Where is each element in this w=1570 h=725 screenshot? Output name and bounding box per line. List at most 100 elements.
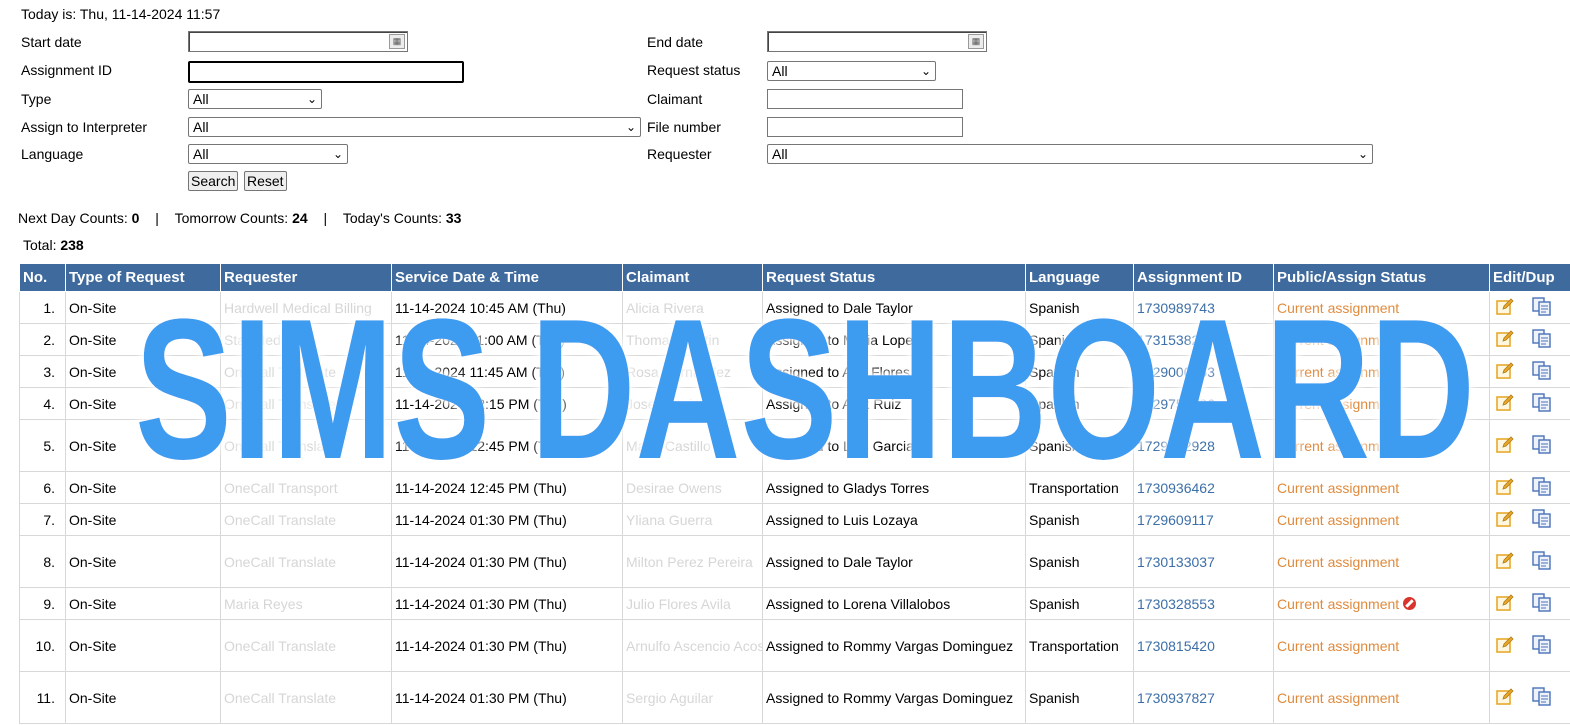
public-status-link[interactable]: Current assignment: [1273, 619, 1490, 672]
type-select[interactable]: All ⌄: [188, 89, 322, 109]
service-datetime: 11-14-2024 01:30 PM (Thu): [391, 671, 623, 724]
assignment-id-link[interactable]: 1730989743: [1133, 291, 1274, 324]
request-status: Assigned to Rommy Vargas Dominguez: [762, 619, 1026, 672]
calendar-icon[interactable]: ▦: [389, 34, 405, 49]
column-header[interactable]: Request Status: [762, 263, 1026, 292]
edit-icon[interactable]: [1495, 328, 1515, 351]
duplicate-icon[interactable]: [1531, 392, 1553, 415]
edit-dup-cell: [1489, 587, 1570, 620]
edit-dup-cell: [1489, 535, 1570, 588]
today-count-value: 33: [445, 210, 462, 226]
status-text: Assigned to Maria Lopez: [766, 331, 921, 348]
assignment-id-link[interactable]: 1730328553: [1133, 587, 1274, 620]
assignment-id-link[interactable]: 1731538210: [1133, 323, 1274, 356]
assignment-id-link[interactable]: 1729000063: [1133, 355, 1274, 388]
column-header[interactable]: Claimant: [622, 263, 763, 292]
table-row: 9. On-Site Maria Reyes 11-14-2024 01:30 PM …: [19, 587, 1570, 620]
edit-icon[interactable]: [1495, 296, 1515, 319]
separator: |: [323, 210, 328, 226]
request-status: Assigned to Ana Flores: [762, 355, 1026, 388]
chevron-down-icon: ⌄: [332, 147, 343, 161]
language-cell: Spanish: [1025, 503, 1134, 536]
duplicate-icon[interactable]: [1531, 296, 1553, 319]
total-count: Total: 238: [23, 237, 84, 253]
public-status-link[interactable]: Current assignment: [1273, 503, 1490, 536]
public-status-link[interactable]: Current assignment: [1273, 387, 1490, 420]
language-cell: Spanish: [1025, 291, 1134, 324]
column-header[interactable]: Requester: [220, 263, 392, 292]
edit-icon[interactable]: [1495, 360, 1515, 383]
public-status-link[interactable]: Current assignment: [1273, 471, 1490, 504]
assignment-id-link[interactable]: 1730133037: [1133, 535, 1274, 588]
assignment-id-input[interactable]: [188, 61, 464, 83]
public-status-link[interactable]: Current assignment: [1273, 535, 1490, 588]
column-header[interactable]: Assignment ID: [1133, 263, 1274, 292]
table-row: 2. On-Site Star Medical 11-14-2024 11:00 AM…: [19, 323, 1570, 356]
duplicate-icon[interactable]: [1531, 592, 1553, 615]
language-select[interactable]: All ⌄: [188, 144, 348, 164]
requester-select[interactable]: All ⌄: [767, 144, 1373, 164]
public-status-link[interactable]: Current assignment: [1273, 587, 1490, 620]
reset-button[interactable]: Reset: [244, 171, 287, 191]
duplicate-icon[interactable]: [1531, 686, 1553, 709]
edit-icon[interactable]: [1495, 592, 1515, 615]
duplicate-icon[interactable]: [1531, 550, 1553, 573]
edit-icon[interactable]: [1495, 508, 1515, 531]
assignment-id-link[interactable]: 1730936462: [1133, 471, 1274, 504]
language-cell: Spanish: [1025, 535, 1134, 588]
public-status-link[interactable]: Current assignment: [1273, 355, 1490, 388]
assignment-id-link[interactable]: 1730815420: [1133, 619, 1274, 672]
edit-icon[interactable]: [1495, 550, 1515, 573]
assignment-id-link[interactable]: 1729922928: [1133, 419, 1274, 472]
claimant-input[interactable]: [767, 89, 963, 109]
calendar-icon[interactable]: ▦: [968, 34, 984, 49]
row-number: 11.: [19, 671, 66, 724]
assignment-id-link[interactable]: 1729609117: [1133, 503, 1274, 536]
edit-icon[interactable]: [1495, 686, 1515, 709]
column-header[interactable]: Language: [1025, 263, 1134, 292]
language-cell: Spanish: [1025, 671, 1134, 724]
table-row: 6. On-Site OneCall Transport 11-14-2024 12:…: [19, 471, 1570, 504]
assignment-id-link[interactable]: 1729750086: [1133, 387, 1274, 420]
public-status-link[interactable]: Current assignment: [1273, 291, 1490, 324]
today-label: Today is: Thu, 11-14-2024 11:57: [21, 6, 221, 22]
status-text: Assigned to Lorena Villalobos: [766, 595, 951, 612]
duplicate-icon[interactable]: [1531, 328, 1553, 351]
column-header[interactable]: Type of Request: [65, 263, 221, 292]
duplicate-icon[interactable]: [1531, 508, 1553, 531]
status-text: Assigned to Gladys Torres: [766, 479, 930, 496]
edit-dup-cell: [1489, 671, 1570, 724]
duplicate-icon[interactable]: [1531, 476, 1553, 499]
duplicate-icon[interactable]: [1531, 360, 1553, 383]
row-number: 2.: [19, 323, 66, 356]
edit-icon[interactable]: [1495, 434, 1515, 457]
request-status-label: Request status: [647, 62, 741, 78]
duplicate-icon[interactable]: [1531, 634, 1553, 657]
requester-name: OneCall Translate: [220, 503, 392, 536]
column-header[interactable]: No.: [19, 263, 66, 292]
edit-icon[interactable]: [1495, 392, 1515, 415]
service-datetime: 11-14-2024 10:45 AM (Thu): [391, 291, 623, 324]
public-status-text[interactable]: Current assignment: [1277, 596, 1399, 612]
file-number-input[interactable]: [767, 117, 963, 137]
interpreter-select[interactable]: All ⌄: [188, 117, 641, 137]
search-button[interactable]: Search: [188, 171, 239, 191]
requester-name: OneCall Translate: [220, 387, 392, 420]
edit-icon[interactable]: [1495, 476, 1515, 499]
edit-icon[interactable]: [1495, 634, 1515, 657]
public-status-link[interactable]: Current assignment: [1273, 323, 1490, 356]
column-header[interactable]: Public/Assign Status: [1273, 263, 1490, 292]
requester-name: OneCall Transport: [220, 471, 392, 504]
requester-name: Maria Reyes: [220, 587, 392, 620]
assignment-id-link[interactable]: 1730937827: [1133, 671, 1274, 724]
public-status-link[interactable]: Current assignment: [1273, 671, 1490, 724]
start-date-field[interactable]: ▦: [188, 31, 408, 52]
table-row: 10. On-Site OneCall Translate 11-14-2024 01…: [19, 619, 1570, 672]
request-status: Assigned to Luis Lozaya: [762, 503, 1026, 536]
request-status-select[interactable]: All ⌄: [767, 61, 936, 81]
request-type: On-Site: [65, 535, 221, 588]
duplicate-icon[interactable]: [1531, 434, 1553, 457]
public-status-link[interactable]: Current assignment: [1273, 419, 1490, 472]
end-date-field[interactable]: ▦: [767, 31, 987, 52]
column-header[interactable]: Service Date & Time: [391, 263, 623, 292]
